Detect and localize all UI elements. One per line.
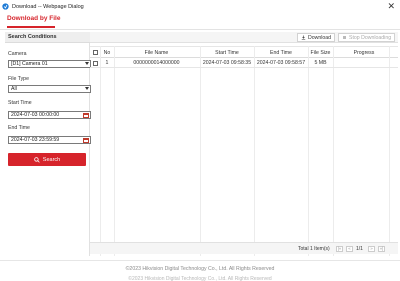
table-row[interactable]: 1 0000000014000000 2024-07-03 09:58:35 2… xyxy=(90,58,398,68)
end-time-input[interactable]: 2024-07-03 23:59:59 xyxy=(8,136,91,144)
row-file-size: 5 MB xyxy=(314,60,327,66)
col-file-size: File Size xyxy=(310,50,331,56)
stop-icon xyxy=(343,36,346,39)
select-all-checkbox[interactable] xyxy=(93,50,98,55)
page-indicator: 1/1 xyxy=(356,246,363,252)
file-type-select[interactable]: All xyxy=(8,85,91,93)
window-title: Download -- Webpage Dialog xyxy=(12,3,84,10)
footer-copyright: ©2023 Hikvision Digital Technology Co., … xyxy=(125,266,275,272)
file-type-label: File Type xyxy=(8,76,29,82)
col-progress: Progress xyxy=(353,50,375,56)
download-icon xyxy=(301,35,306,40)
tab-bar: Download by File xyxy=(0,13,400,30)
window-titlebar: Download -- Webpage Dialog ✕ xyxy=(0,0,400,13)
tab-active-indicator xyxy=(7,26,55,28)
row-end-time: 2024-07-03 09:58:57 xyxy=(256,60,306,66)
row-checkbox[interactable] xyxy=(93,60,98,66)
footer-ghost-text: ©2023 Hikvision Digital Technology Co., … xyxy=(128,276,272,281)
search-panel-title: Search Conditions xyxy=(8,34,57,40)
camera-label: Camera xyxy=(8,51,27,57)
search-button-label: Search xyxy=(42,156,61,163)
end-time-label: End Time xyxy=(8,125,30,131)
col-file-name: File Name xyxy=(144,50,169,56)
calendar-icon[interactable] xyxy=(83,112,89,118)
total-items: Total 1 Item(s) xyxy=(298,246,330,252)
tab-download-by-file[interactable]: Download by File xyxy=(7,15,60,22)
start-time-input[interactable]: 2024-07-03 00:00:00 xyxy=(8,111,91,119)
footer-divider xyxy=(0,260,400,261)
close-icon[interactable]: ✕ xyxy=(387,1,395,11)
calendar-icon[interactable] xyxy=(83,137,89,143)
row-start-time: 2024-07-03 09:58:35 xyxy=(202,60,252,66)
search-icon xyxy=(33,156,40,163)
col-end-time: End Time xyxy=(270,50,292,56)
pagination: Total 1 Item(s) |« « 1/1 » »| xyxy=(90,242,398,254)
app-icon xyxy=(2,3,9,10)
camera-select[interactable]: [D1] Camera 01 xyxy=(8,60,91,68)
end-time-value: 2024-07-03 23:59:59 xyxy=(11,137,60,143)
search-button[interactable]: Search xyxy=(8,153,86,166)
last-page-button[interactable]: »| xyxy=(378,246,385,252)
chevron-down-icon xyxy=(85,62,89,65)
file-type-select-value: All xyxy=(11,86,17,92)
toolbar: Download Stop Downloading xyxy=(90,32,398,43)
first-page-button[interactable]: |« xyxy=(336,246,343,252)
row-file-name: 0000000014000000 xyxy=(133,60,180,66)
row-no: 1 xyxy=(105,60,109,66)
download-button-label: Download xyxy=(308,34,332,41)
start-time-value: 2024-07-03 00:00:00 xyxy=(11,112,60,118)
stop-downloading-button[interactable]: Stop Downloading xyxy=(338,33,396,42)
chevron-down-icon xyxy=(85,87,89,90)
camera-select-value: [D1] Camera 01 xyxy=(11,61,48,67)
start-time-label: Start Time xyxy=(8,100,32,106)
prev-page-button[interactable]: « xyxy=(346,246,353,252)
search-panel-header: Search Conditions xyxy=(5,32,90,43)
download-button[interactable]: Download xyxy=(297,33,336,42)
next-page-button[interactable]: » xyxy=(368,246,375,252)
table-header: No File Name Start Time End Time File Si… xyxy=(90,46,398,58)
col-no: No xyxy=(103,50,111,56)
col-start-time: Start Time xyxy=(215,50,239,56)
search-panel: Search Conditions Camera [D1] Camera 01 … xyxy=(5,32,91,256)
stop-downloading-label: Stop Downloading xyxy=(349,34,392,41)
